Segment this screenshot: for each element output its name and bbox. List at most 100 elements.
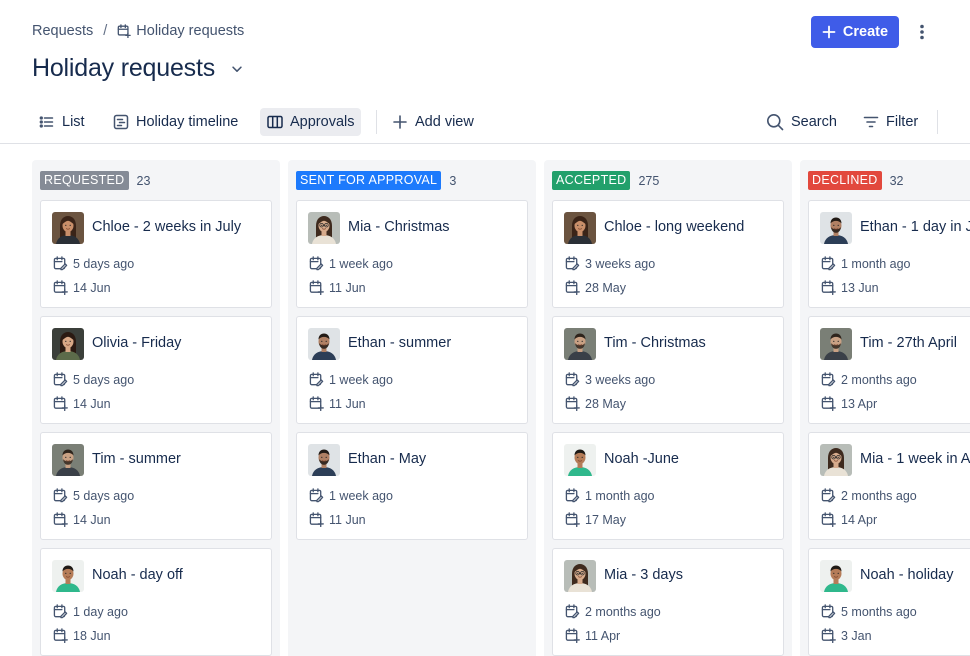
- updated-meta: 5 months ago: [821, 604, 917, 619]
- request-card[interactable]: Chloe - 2 weeks in July 5 days ago 14 Jun: [40, 200, 272, 308]
- request-card[interactable]: Ethan - 1 day in June 1 month ago 13 Jun: [808, 200, 970, 308]
- filter-label: Filter: [886, 114, 919, 130]
- updated-meta: 5 days ago: [53, 372, 134, 387]
- date-text: 14 Apr: [841, 512, 878, 527]
- calendar-plus-icon: [565, 628, 580, 643]
- column-sent-for-approval: SENT FOR APPROVAL 3 Mia - Christmas 1 week …: [288, 160, 536, 656]
- calendar-plus-icon: [821, 628, 836, 643]
- updated-meta: 5 days ago: [53, 488, 134, 503]
- date-meta: 18 Jun: [53, 628, 111, 643]
- updated-text: 2 months ago: [585, 604, 661, 619]
- calendar-edit-icon: [53, 256, 68, 271]
- add-view-label: Add view: [415, 114, 474, 130]
- avatar: [820, 328, 852, 360]
- updated-meta: 1 month ago: [821, 256, 911, 271]
- tab-label: Holiday timeline: [136, 114, 239, 130]
- updated-meta: 5 days ago: [53, 256, 134, 271]
- request-card[interactable]: Mia - 3 days 2 months ago 11 Apr: [552, 548, 784, 656]
- tab-holiday-timeline[interactable]: Holiday timeline: [106, 108, 245, 136]
- date-text: 14 Jun: [73, 512, 111, 527]
- request-card[interactable]: Tim - summer 5 days ago 14 Jun: [40, 432, 272, 540]
- date-text: 14 Jun: [73, 396, 111, 411]
- calendar-plus-icon: [821, 512, 836, 527]
- date-meta: 14 Apr: [821, 512, 877, 527]
- date-text: 14 Jun: [73, 280, 111, 295]
- updated-text: 1 week ago: [329, 256, 393, 271]
- updated-meta: 1 week ago: [309, 488, 393, 503]
- updated-meta: 3 weeks ago: [565, 256, 655, 271]
- tab-list[interactable]: List: [32, 108, 92, 136]
- card-title: Ethan - May: [348, 451, 427, 467]
- calendar-plus-icon: [565, 280, 580, 295]
- column-header: REQUESTED 23: [40, 171, 150, 190]
- avatar: [308, 328, 340, 360]
- request-card[interactable]: Tim - Christmas 3 weeks ago 28 May: [552, 316, 784, 424]
- date-meta: 13 Apr: [821, 396, 877, 411]
- request-card[interactable]: Olivia - Friday 5 days ago 14 Jun: [40, 316, 272, 424]
- calendar-edit-icon: [821, 488, 836, 503]
- updated-text: 1 week ago: [329, 372, 393, 387]
- column-count: 32: [889, 173, 904, 188]
- updated-meta: 2 months ago: [821, 372, 917, 387]
- updated-text: 5 months ago: [841, 604, 917, 619]
- date-meta: 14 Jun: [53, 396, 111, 411]
- date-text: 13 Jun: [841, 280, 879, 295]
- date-meta: 11 Jun: [309, 280, 366, 295]
- avatar: [52, 212, 84, 244]
- date-text: 28 May: [585, 396, 626, 411]
- date-meta: 17 May: [565, 512, 626, 527]
- date-meta: 11 Apr: [565, 628, 620, 643]
- request-card[interactable]: Mia - Christmas 1 week ago 11 Jun: [296, 200, 528, 308]
- request-card[interactable]: Ethan - May 1 week ago 11 Jun: [296, 432, 528, 540]
- breadcrumb-current[interactable]: Holiday requests: [136, 23, 244, 39]
- request-card[interactable]: Tim - 27th April 2 months ago 13 Apr: [808, 316, 970, 424]
- date-text: 3 Jan: [841, 628, 872, 643]
- request-card[interactable]: Noah -June 1 month ago 17 May: [552, 432, 784, 540]
- date-text: 18 Jun: [73, 628, 111, 643]
- breadcrumb-root[interactable]: Requests: [32, 23, 93, 39]
- status-lozenge: ACCEPTED: [552, 171, 631, 190]
- avatar: [52, 560, 84, 592]
- create-button[interactable]: Create: [811, 16, 899, 48]
- avatar: [308, 212, 340, 244]
- date-text: 11 Jun: [329, 512, 366, 527]
- request-card[interactable]: Mia - 1 week in April 2 months ago 14 Apr: [808, 432, 970, 540]
- updated-meta: 2 months ago: [821, 488, 917, 503]
- chevron-down-icon[interactable]: [229, 61, 245, 77]
- date-meta: 28 May: [565, 280, 626, 295]
- calendar-plus-icon: [53, 628, 68, 643]
- column-declined: DECLINED 32 Ethan - 1 day in June 1 month a…: [800, 160, 970, 656]
- add-view-button[interactable]: Add view: [385, 108, 481, 136]
- updated-meta: 3 weeks ago: [565, 372, 655, 387]
- date-meta: 11 Jun: [309, 512, 366, 527]
- request-card[interactable]: Chloe - long weekend 3 weeks ago 28 May: [552, 200, 784, 308]
- updated-meta: 1 month ago: [565, 488, 655, 503]
- board-icon: [267, 114, 283, 130]
- breadcrumb-separator: /: [103, 23, 108, 39]
- request-card[interactable]: Ethan - summer 1 week ago 11 Jun: [296, 316, 528, 424]
- calendar-edit-icon: [821, 372, 836, 387]
- search-button[interactable]: Search: [759, 108, 844, 136]
- card-title: Noah - day off: [92, 567, 183, 583]
- tab-label: Approvals: [290, 114, 355, 130]
- updated-text: 1 day ago: [73, 604, 128, 619]
- filter-button[interactable]: Filter: [856, 108, 925, 136]
- updated-meta: 1 week ago: [309, 256, 393, 271]
- status-lozenge: DECLINED: [808, 171, 882, 190]
- updated-text: 5 days ago: [73, 372, 135, 387]
- request-card[interactable]: Noah - day off 1 day ago 18 Jun: [40, 548, 272, 656]
- column-requested: REQUESTED 23 Chloe - 2 weeks in July 5 days…: [32, 160, 280, 656]
- card-title: Chloe - long weekend: [604, 219, 745, 235]
- calendar-edit-icon: [565, 372, 580, 387]
- date-meta: 3 Jan: [821, 628, 872, 643]
- tab-approvals[interactable]: Approvals: [260, 108, 362, 136]
- date-meta: 28 May: [565, 396, 626, 411]
- more-actions-button[interactable]: [912, 20, 932, 44]
- updated-meta: 1 day ago: [53, 604, 128, 619]
- card-title: Noah - holiday: [860, 567, 954, 583]
- request-card[interactable]: Noah - holiday 5 months ago 3 Jan: [808, 548, 970, 656]
- date-text: 11 Jun: [329, 280, 366, 295]
- card-title: Noah -June: [604, 451, 679, 467]
- date-meta: 14 Jun: [53, 512, 111, 527]
- calendar-plus-icon: [309, 512, 324, 527]
